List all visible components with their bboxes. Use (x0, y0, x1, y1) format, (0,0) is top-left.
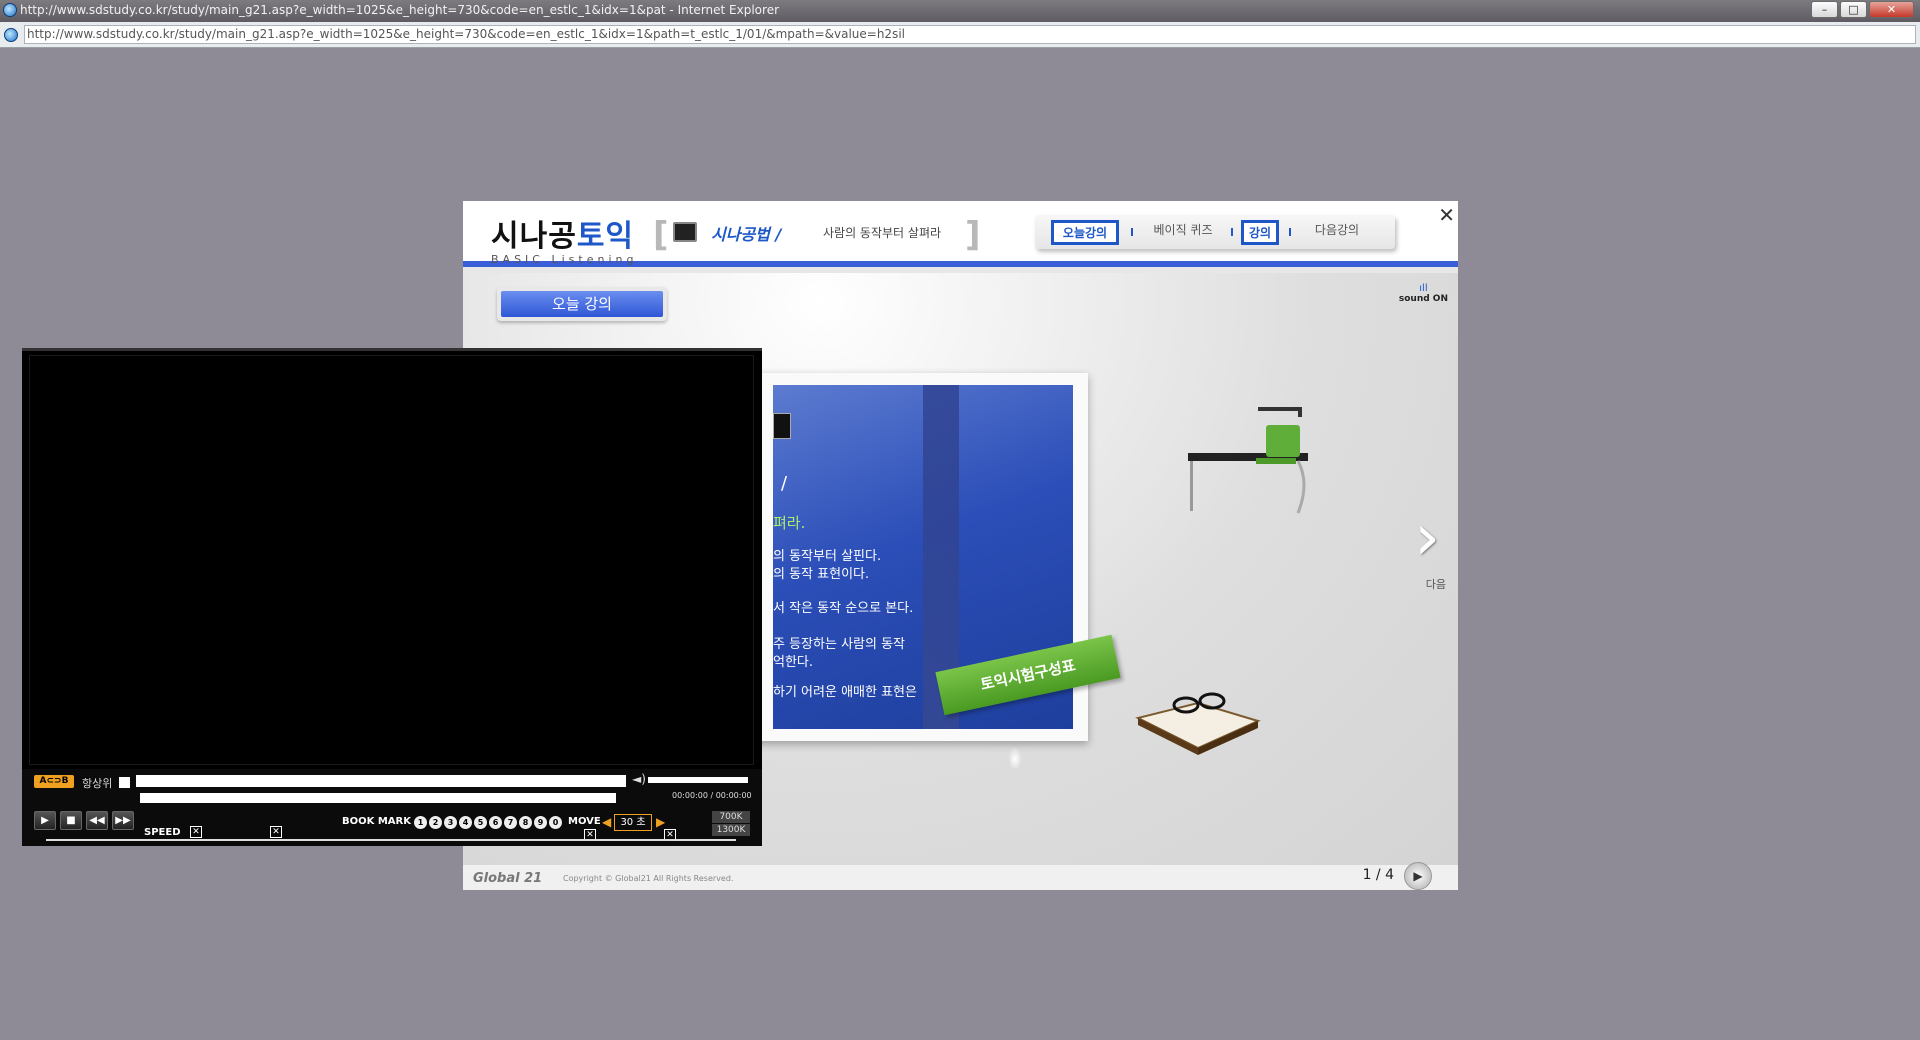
slide-line-5: 주 등장하는 사람의 동작 (773, 637, 905, 652)
bookmark-list: 1 2 3 4 5 6 7 8 9 0 (414, 816, 562, 829)
bookmark-label: BOOK MARK (342, 816, 411, 827)
slide-line-7: 하기 어려운 애매한 표현은 (773, 685, 917, 700)
light-bulb-icon (1008, 748, 1022, 770)
bitrate-1300k[interactable]: 1300K (712, 824, 750, 836)
rewind-button[interactable]: ◀◀ (86, 811, 108, 830)
ab-repeat-button[interactable]: A⊂⊃B (34, 775, 74, 788)
course-brand: 시나공법 / (711, 225, 782, 244)
glasses-lens-right (1198, 692, 1226, 710)
nav-today-lecture[interactable]: 오늘강의 (1051, 220, 1119, 245)
volume-icon[interactable]: ◄) (632, 772, 646, 786)
book-pages (1135, 701, 1261, 750)
today-lecture-tab[interactable]: 오늘 강의 (497, 287, 667, 321)
next-slide-arrow-icon[interactable]: › (1414, 506, 1440, 570)
window-title: http://www.sdstudy.co.kr/study/main_g21.… (20, 3, 780, 17)
desk-illustration-icon (1188, 407, 1308, 514)
maximize-button[interactable]: □ (1840, 1, 1867, 18)
bitrate-selector: 700K 1300K (712, 811, 750, 837)
address-bar: http://www.sdstudy.co.kr/study/main_g21.… (0, 22, 1920, 48)
bitrate-700k[interactable]: 700K (712, 811, 750, 823)
lecture-nav: 오늘강의 베이직 퀴즈 강의 다음강의 (1035, 215, 1395, 249)
minimize-button[interactable]: – (1811, 1, 1838, 18)
move-label: MOVE (568, 816, 601, 827)
nav-separator (1231, 228, 1233, 236)
seek-bar[interactable] (136, 775, 626, 787)
caption-bar[interactable] (140, 793, 616, 803)
course-thumbnail-icon (673, 222, 697, 242)
nav-lecture[interactable]: 강의 (1241, 220, 1279, 245)
slide-line-6: 억한다. (773, 655, 814, 670)
bookmark-6[interactable]: 6 (489, 816, 502, 829)
course-logo: 시나공토익 BASIC Listening (491, 211, 637, 266)
slide-line-1: 펴라. (773, 514, 806, 532)
global21-logo: Global 21 (473, 871, 543, 886)
time-display: 00:00:00 / 00:00:00 (672, 791, 752, 800)
chair-seat (1256, 458, 1296, 464)
move-back-icon[interactable]: ◀ (602, 815, 611, 829)
bookmark-9[interactable]: 9 (534, 816, 547, 829)
page-ie-icon (4, 28, 18, 42)
stop-button[interactable]: ■ (60, 811, 82, 830)
desk-leg-right (1296, 460, 1306, 514)
bookmark-2[interactable]: 2 (429, 816, 442, 829)
close-window-button[interactable]: ✕ (1869, 1, 1914, 18)
nav-separator (1289, 228, 1291, 236)
volume-slider[interactable] (648, 777, 748, 783)
speed-option-1[interactable]: ✕ (190, 826, 202, 838)
logo-main-a: 시나공 (491, 219, 577, 254)
bookmark-1[interactable]: 1 (414, 816, 427, 829)
sound-toggle[interactable]: ıll sound ON (1399, 283, 1448, 304)
bookmark-3[interactable]: 3 (444, 816, 457, 829)
window-title-bar: http://www.sdstudy.co.kr/study/main_g21.… (0, 0, 1920, 22)
forward-button[interactable]: ▶▶ (112, 811, 134, 830)
move-seconds-field[interactable]: 30 초 (614, 814, 652, 831)
lecture-footer: Global 21 Copyright © Global21 All Right… (463, 862, 1458, 890)
next-slide-label[interactable]: 다음 (1426, 576, 1446, 592)
always-on-top-checkbox[interactable] (119, 777, 130, 788)
bookmark-8[interactable]: 8 (519, 816, 532, 829)
media-player: A⊂⊃B 항상위 ◄) 00:00:00 / 00:00:00 ▶ ■ ◀◀ ▶… (22, 348, 762, 846)
lecture-close-icon[interactable]: ✕ (1438, 203, 1455, 227)
book-with-glasses-icon (1135, 692, 1261, 755)
logo-main-b: 토익 (576, 219, 635, 254)
speed-label: SPEED (144, 827, 181, 838)
desk-lamp (1258, 407, 1302, 417)
sound-icon: ıll (1419, 283, 1428, 294)
always-on-top-label: 항상위 (82, 777, 113, 790)
nav-basic-quiz[interactable]: 베이직 퀴즈 (1145, 220, 1221, 245)
bookmark-5[interactable]: 5 (474, 816, 487, 829)
video-area[interactable] (29, 355, 754, 765)
bookmark-7[interactable]: 7 (504, 816, 517, 829)
bookmark-0[interactable]: 0 (549, 816, 562, 829)
lecture-header: 시나공토익 BASIC Listening [ 시나공법 / 사람의 동작부터 … (463, 201, 1458, 267)
desk-leg-left (1190, 461, 1193, 511)
chair-back (1266, 425, 1300, 457)
move-forward-icon[interactable]: ▶ (656, 815, 665, 829)
page-counter: 1 / 4 (1362, 867, 1394, 883)
ie-icon (3, 3, 17, 17)
copyright-text: Copyright © Global21 All Rights Reserved… (563, 874, 734, 883)
player-controls: A⊂⊃B 항상위 ◄) 00:00:00 / 00:00:00 ▶ ■ ◀◀ ▶… (22, 769, 762, 846)
slide-thumbnail (773, 413, 791, 439)
nav-separator (1131, 228, 1133, 236)
nav-next-lecture[interactable]: 다음강의 (1301, 220, 1373, 245)
slide-line-0: / (781, 473, 788, 494)
logo-subtitle: BASIC Listening (491, 253, 638, 266)
today-lecture-label: 오늘 강의 (501, 291, 663, 317)
play-button[interactable]: ▶ (34, 811, 56, 830)
bookmark-4[interactable]: 4 (459, 816, 472, 829)
bracket-close: ] (965, 215, 981, 255)
sound-label: sound ON (1398, 294, 1448, 304)
course-title: 사람의 동작부터 살펴라 (823, 226, 942, 240)
slide-line-3: 의 동작 표현이다. (773, 567, 870, 582)
player-bottom-line (46, 839, 736, 841)
speed-option-2[interactable]: ✕ (270, 826, 282, 838)
url-field[interactable]: http://www.sdstudy.co.kr/study/main_g21.… (24, 25, 1916, 44)
slide-line-4: 서 작은 동작 순으로 본다. (773, 601, 914, 616)
page-next-button[interactable]: ▶ (1404, 862, 1432, 890)
bracket-open: [ (653, 215, 669, 255)
slide-line-2: 의 동작부터 살핀다. (773, 549, 882, 564)
